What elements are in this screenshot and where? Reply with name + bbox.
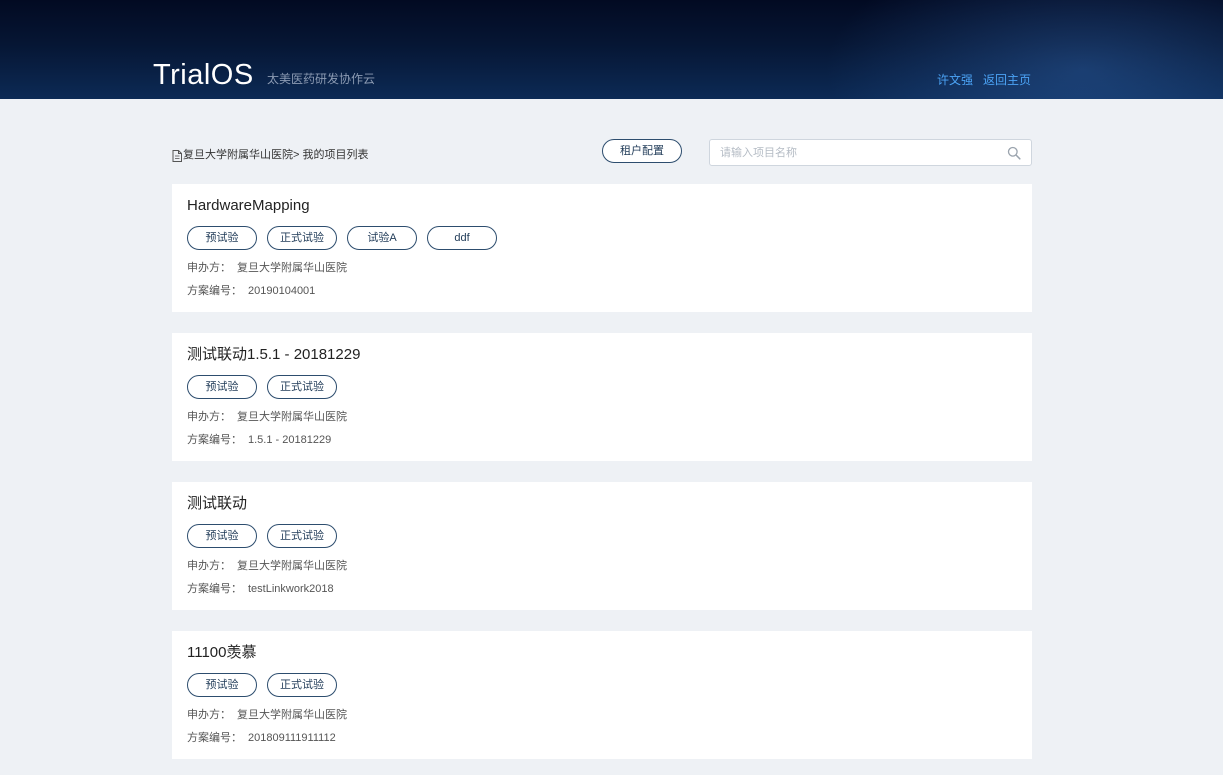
breadcrumb-separator: > bbox=[293, 149, 303, 161]
project-card[interactable]: 测试联动1.5.1 - 20181229 预试验 正式试验 申办方： 复旦大学附属… bbox=[172, 333, 1032, 461]
protocol-label: 方案编号： bbox=[187, 434, 242, 446]
tag-button[interactable]: ddf bbox=[427, 226, 497, 250]
sponsor-value: 复旦大学附属华山医院 bbox=[237, 709, 347, 721]
protocol-value: testLinkwork2018 bbox=[248, 583, 334, 595]
project-card[interactable]: 测试联动 预试验 正式试验 申办方： 复旦大学附属华山医院 方案编号： testLi… bbox=[172, 482, 1032, 610]
sponsor-row: 申办方： 复旦大学附属华山医院 bbox=[187, 559, 347, 574]
sponsor-row: 申办方： 复旦大学附属华山医院 bbox=[187, 410, 347, 425]
project-tags: 预试验 正式试验 bbox=[187, 673, 347, 697]
breadcrumb: 复旦大学附属华山医院 > 我的项目列表 bbox=[172, 148, 368, 163]
protocol-label: 方案编号： bbox=[187, 583, 242, 595]
breadcrumb-org[interactable]: 复旦大学附属华山医院 bbox=[183, 148, 293, 163]
project-title[interactable]: 测试联动 bbox=[187, 494, 247, 514]
sponsor-label: 申办方： bbox=[187, 262, 231, 274]
project-card[interactable]: HardwareMapping 预试验 正式试验 试验A ddf 申办方： 复旦大… bbox=[172, 184, 1032, 312]
project-title[interactable]: HardwareMapping bbox=[187, 196, 310, 216]
tag-button[interactable]: 正式试验 bbox=[267, 524, 337, 548]
tag-button[interactable]: 正式试验 bbox=[267, 673, 337, 697]
app-logo[interactable]: TrialOS bbox=[153, 58, 254, 92]
top-header: TrialOS 太美医药研发协作云 许文强 返回主页 bbox=[0, 0, 1223, 99]
tag-button[interactable]: 正式试验 bbox=[267, 226, 337, 250]
search-box[interactable] bbox=[709, 139, 1032, 166]
protocol-row: 方案编号： testLinkwork2018 bbox=[187, 582, 334, 597]
project-title[interactable]: 11100羡慕 bbox=[187, 643, 257, 663]
protocol-value: 1.5.1 - 20181229 bbox=[248, 434, 332, 446]
tag-button[interactable]: 预试验 bbox=[187, 673, 257, 697]
protocol-label: 方案编号： bbox=[187, 732, 242, 744]
protocol-value: 201809111911112 bbox=[248, 732, 336, 744]
sponsor-row: 申办方： 复旦大学附属华山医院 bbox=[187, 708, 347, 723]
tenant-config-button[interactable]: 租户配置 bbox=[602, 139, 682, 163]
protocol-row: 方案编号： 1.5.1 - 20181229 bbox=[187, 433, 331, 448]
protocol-row: 方案编号： 201809111911112 bbox=[187, 731, 336, 746]
tag-button[interactable]: 正式试验 bbox=[267, 375, 337, 399]
sponsor-value: 复旦大学附属华山医院 bbox=[237, 411, 347, 423]
search-icon[interactable] bbox=[1007, 146, 1021, 160]
sponsor-value: 复旦大学附属华山医院 bbox=[237, 560, 347, 572]
user-name-link[interactable]: 许文强 bbox=[937, 72, 973, 88]
project-card[interactable]: 11100羡慕 预试验 正式试验 申办方： 复旦大学附属华山医院 方案编号： 201… bbox=[172, 631, 1032, 759]
sponsor-label: 申办方： bbox=[187, 560, 231, 572]
project-tags: 预试验 正式试验 试验A ddf bbox=[187, 226, 507, 250]
project-tags: 预试验 正式试验 bbox=[187, 375, 347, 399]
search-input[interactable] bbox=[720, 144, 1000, 162]
sponsor-label: 申办方： bbox=[187, 411, 231, 423]
tag-button[interactable]: 预试验 bbox=[187, 375, 257, 399]
protocol-value: 20190104001 bbox=[248, 285, 316, 297]
tag-button[interactable]: 试验A bbox=[347, 226, 417, 250]
project-tags: 预试验 正式试验 bbox=[187, 524, 347, 548]
protocol-label: 方案编号： bbox=[187, 285, 242, 297]
sponsor-value: 复旦大学附属华山医院 bbox=[237, 262, 347, 274]
sponsor-row: 申办方： 复旦大学附属华山医院 bbox=[187, 261, 347, 276]
protocol-row: 方案编号： 20190104001 bbox=[187, 284, 315, 299]
project-title[interactable]: 测试联动1.5.1 - 20181229 bbox=[187, 345, 360, 365]
breadcrumb-current-page: 我的项目列表 bbox=[302, 149, 369, 161]
app-tagline: 太美医药研发协作云 bbox=[267, 72, 376, 86]
home-link[interactable]: 返回主页 bbox=[983, 72, 1031, 88]
tag-button[interactable]: 预试验 bbox=[187, 226, 257, 250]
sponsor-label: 申办方： bbox=[187, 709, 231, 721]
document-icon bbox=[172, 149, 182, 162]
tag-button[interactable]: 预试验 bbox=[187, 524, 257, 548]
